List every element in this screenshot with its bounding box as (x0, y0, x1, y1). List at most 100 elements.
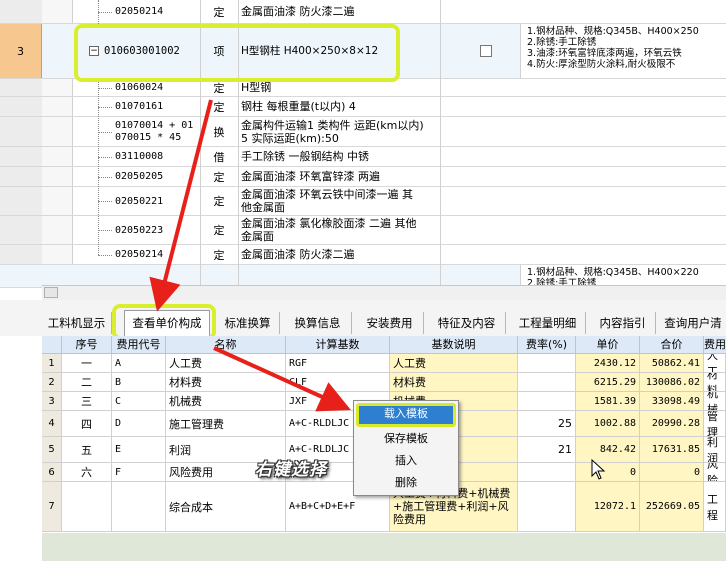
cell-name[interactable]: 施工管理费 (166, 411, 286, 437)
cell-name[interactable]: 机械费 (166, 392, 286, 411)
cell-fee[interactable]: 人工 (704, 354, 726, 373)
cell-unit-price[interactable]: 1581.39 (576, 392, 640, 411)
quota-name: 金属面油漆 环氧云铁中间漆一遍 其 他金属面 (241, 188, 413, 214)
tab-content-guide[interactable]: 内容指引 (590, 312, 656, 334)
col-header-fee[interactable]: 费用 (704, 336, 726, 354)
cell-code[interactable]: F (112, 463, 166, 482)
horizontal-scrollbar[interactable] (42, 285, 726, 300)
cell-seq[interactable]: 四 (62, 411, 112, 437)
menu-item-load-template[interactable]: 载入模板 (356, 403, 456, 427)
cell-base[interactable]: CLF (286, 373, 390, 392)
tree-connector (98, 177, 112, 178)
menu-item-save-template[interactable]: 保存模板 (356, 428, 456, 450)
cell-base[interactable]: RGF (286, 354, 390, 373)
cell-rate[interactable]: 21 (518, 437, 576, 463)
cell-name[interactable]: 人工费 (166, 354, 286, 373)
quota-name: 金属构件运输1 类构件 运距(km以内) 5 实际运距(km):50 (241, 118, 424, 145)
cell-fee[interactable]: 风险 (704, 463, 726, 482)
quota-type: 定 (213, 224, 225, 237)
cell-unit-price[interactable]: 842.42 (576, 437, 640, 463)
cell-rate[interactable] (518, 354, 576, 373)
cell-total[interactable]: 33098.49 (640, 392, 704, 411)
cell-rate[interactable] (518, 463, 576, 482)
item-checkbox[interactable] (480, 45, 492, 57)
cell-unit-price[interactable]: 2430.12 (576, 354, 640, 373)
cell-fee[interactable]: 工程 (704, 482, 726, 532)
cell-fee[interactable]: 管理 (704, 411, 726, 437)
quota-code: 02050214 (115, 6, 164, 17)
cell-seq[interactable] (62, 482, 112, 532)
col-header-name[interactable]: 名称 (166, 336, 286, 354)
tab-standard-conversion[interactable]: 标准换算 (216, 312, 280, 334)
tree-connector (98, 107, 112, 108)
cell-total[interactable]: 50862.41 (640, 354, 704, 373)
quota-type: 定 (213, 248, 225, 262)
col-header-unit-price[interactable]: 单价 (576, 336, 640, 354)
cell-code[interactable]: E (112, 437, 166, 463)
cell-total[interactable]: 130086.02 (640, 373, 704, 392)
highlight-box-tab (112, 304, 216, 340)
cell-fee[interactable]: 利润 (704, 437, 726, 463)
cell-unit-price[interactable]: 6215.29 (576, 373, 640, 392)
quota-grid: 02050214 定 金属面油漆 防火漆二遍 3 − 010603001002 … (0, 0, 726, 288)
col-header-base-desc[interactable]: 基数说明 (390, 336, 518, 354)
quota-type: 定 (213, 195, 225, 208)
menu-item-insert[interactable]: 插入 (356, 450, 456, 472)
menu-item-delete[interactable]: 删除 (356, 472, 456, 494)
empty-grid-area (42, 533, 726, 561)
cell-unit-price[interactable]: 1002.88 (576, 411, 640, 437)
cell-base-desc[interactable]: 材料费 (390, 373, 518, 392)
cell-fee[interactable]: 机械 (704, 392, 726, 411)
col-header-base[interactable]: 计算基数 (286, 336, 390, 354)
cell-base-desc[interactable]: 人工费 (390, 354, 518, 373)
cell-name[interactable]: 综合成本 (166, 482, 286, 532)
cell-rate[interactable] (518, 482, 576, 532)
cell-code[interactable]: B (112, 373, 166, 392)
quota-name: 金属面油漆 防火漆二遍 (241, 248, 355, 261)
row-number: 6 (42, 463, 62, 482)
cell-total[interactable]: 20990.28 (640, 411, 704, 437)
cell-rate[interactable] (518, 392, 576, 411)
cell-total[interactable]: 252669.05 (640, 482, 704, 532)
tab-conversion-info[interactable]: 换算信息 (284, 312, 352, 334)
cell-total[interactable]: 0 (640, 463, 704, 482)
cell-name[interactable]: 材料费 (166, 373, 286, 392)
tab-features-content[interactable]: 特征及内容 (428, 312, 506, 334)
cell-seq[interactable]: 二 (62, 373, 112, 392)
col-header-code[interactable]: 费用代号 (112, 336, 166, 354)
scroll-left-button[interactable] (44, 287, 58, 298)
tab-install-cost[interactable]: 安装费用 (356, 312, 424, 334)
quota-name: 钢柱 每根重量(t以内) 4 (241, 100, 356, 113)
row-number: 1 (42, 354, 62, 373)
cell-code[interactable]: C (112, 392, 166, 411)
cell-unit-price[interactable]: 12072.1 (576, 482, 640, 532)
tree-connector (98, 79, 100, 255)
cell-code[interactable] (112, 482, 166, 532)
tab-labor-material-display[interactable]: 工料机显示 (42, 312, 112, 334)
item-feature-description: 1.钢材品种、规格:Q345B、H400×250 2.除锈:手工除锈 3.油漆:… (520, 24, 726, 78)
quota-code: 03110008 (115, 151, 164, 162)
quota-code: 02050214 (115, 249, 164, 260)
cell-seq[interactable]: 一 (62, 354, 112, 373)
cell-fee[interactable]: 材料 (704, 373, 726, 392)
row-number: 7 (42, 482, 62, 532)
cell-seq[interactable]: 三 (62, 392, 112, 411)
col-header-total[interactable]: 合价 (640, 336, 704, 354)
col-header-seq[interactable]: 序号 (62, 336, 112, 354)
tab-query-user-list[interactable]: 查询用户清 (660, 312, 726, 334)
cell-unit-price[interactable]: 0 (576, 463, 640, 482)
callout-text: 右键选择 (255, 460, 327, 480)
context-menu: 载入模板 保存模板 插入 删除 (353, 400, 459, 496)
row-number: 2 (42, 373, 62, 392)
cell-seq[interactable]: 五 (62, 437, 112, 463)
cell-seq[interactable]: 六 (62, 463, 112, 482)
item-feature-description: 1.钢材品种、规格:Q345B、H400×220 2.除锈:手工除锈 (520, 265, 726, 287)
cell-code[interactable]: A (112, 354, 166, 373)
tab-quantity-detail[interactable]: 工程量明细 (510, 312, 586, 334)
cell-rate[interactable]: 25 (518, 411, 576, 437)
col-header-rate[interactable]: 费率(%) (518, 336, 576, 354)
quota-type: 定 (213, 5, 225, 19)
cell-rate[interactable] (518, 373, 576, 392)
cell-total[interactable]: 17631.85 (640, 437, 704, 463)
cell-code[interactable]: D (112, 411, 166, 437)
